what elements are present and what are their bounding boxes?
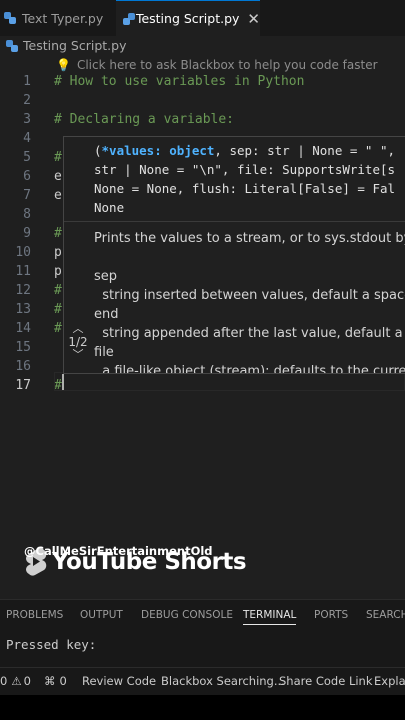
bottom-panel: PROBLEMS OUTPUT DEBUG CONSOLE TERMINAL P… <box>0 599 405 668</box>
python-file-icon <box>6 39 18 52</box>
code-line[interactable]: 1 # How to use variables in Python <box>0 72 405 91</box>
code-text: # Declaring a variable: <box>54 112 235 127</box>
blackbox-hint[interactable]: 💡 Click here to ask Blackbox to help you… <box>56 58 378 72</box>
chevron-down-icon[interactable]: ﹀ <box>64 349 92 361</box>
overload-counter: 1/2 <box>68 335 88 349</box>
tab-text-typer[interactable]: Text Typer.py <box>0 0 116 36</box>
lightbulb-icon: 💡 <box>56 58 71 72</box>
share-code-link-button[interactable]: Share Code Link <box>279 674 373 688</box>
tab-output[interactable]: OUTPUT <box>80 609 123 621</box>
editor-tab-bar: Text Typer.py Testing Script.py ✕ <box>0 0 405 37</box>
line-number: 5 <box>23 150 31 165</box>
line-number: 11 <box>15 264 31 279</box>
tab-terminal[interactable]: TERMINAL <box>243 609 297 625</box>
line-number: 14 <box>15 321 31 336</box>
divider <box>64 221 405 222</box>
active-parameter: *values: object <box>101 143 215 158</box>
status-bar: 0 ⚠ 0 ⌘ 0 Review Code Blackbox Searching… <box>0 667 405 696</box>
code-editor[interactable]: Testing Script.py 💡 Click here to ask Bl… <box>0 36 405 599</box>
line-number: 7 <box>23 188 31 203</box>
code-text: p <box>54 245 62 260</box>
line-number: 8 <box>23 207 31 222</box>
breadcrumb-file: Testing Script.py <box>23 38 127 53</box>
overload-navigator: ︿ 1/2 ﹀ <box>64 323 92 361</box>
warning-icon: ⚠ <box>11 674 22 688</box>
code-text: p <box>54 264 62 279</box>
line-number: 12 <box>15 283 31 298</box>
ports-count: 0 <box>59 674 67 688</box>
code-text: e <box>54 188 62 203</box>
line-number: 17 <box>15 378 31 393</box>
line-number: 2 <box>23 93 31 108</box>
code-text: # <box>54 283 62 298</box>
param-file: file <box>94 345 114 360</box>
tab-label: Text Typer.py <box>22 10 104 26</box>
tab-debug-console[interactable]: DEBUG CONSOLE <box>141 609 233 621</box>
signature-text: (*values: object, sep: str | None = " ",… <box>94 141 395 217</box>
line-number: 4 <box>23 131 31 146</box>
python-file-icon <box>4 12 16 24</box>
sig-line-2: str | None = "\n", file: SupportsWrite[s <box>94 162 396 177</box>
code-text: # How to use variables in Python <box>54 74 305 89</box>
error-count: 0 <box>0 674 8 688</box>
line-number: 13 <box>15 302 31 317</box>
terminal-output[interactable]: Pressed key: <box>6 637 96 652</box>
blackbox-status[interactable]: Blackbox Searching... <box>161 674 285 688</box>
code-text: # <box>54 226 62 241</box>
text-cursor <box>62 374 64 390</box>
line-number: 1 <box>23 74 31 89</box>
chevron-up-icon[interactable]: ︿ <box>64 323 92 335</box>
line-number: 16 <box>15 359 31 374</box>
code-line[interactable]: 2 <box>0 91 405 110</box>
tab-label: Testing Script.py <box>135 11 240 26</box>
channel-handle: @CallMeSirEntertainmentOld <box>24 544 213 558</box>
code-line[interactable]: 3 # Declaring a variable: <box>0 110 405 129</box>
code-text: # <box>54 302 62 317</box>
review-code-button[interactable]: Review Code <box>82 674 156 688</box>
tab-problems[interactable]: PROBLEMS <box>6 609 63 621</box>
line-number: 3 <box>23 112 31 127</box>
problems-status[interactable]: 0 ⚠ 0 <box>0 674 31 688</box>
warning-count: 0 <box>23 674 31 688</box>
tab-search[interactable]: SEARCH <box>366 609 405 621</box>
tab-ports[interactable]: PORTS <box>314 609 348 621</box>
sig-rest: , sep: str | None = " ", <box>214 143 396 158</box>
tab-testing-script[interactable]: Testing Script.py ✕ <box>116 0 260 36</box>
antenna-icon: ⌘ <box>44 674 56 688</box>
doc-summary: Prints the values to a stream, or to sys… <box>94 231 405 246</box>
current-line-highlight <box>54 372 405 391</box>
param-end-desc: string appended after the last value, de… <box>94 326 405 341</box>
line-number: 15 <box>15 340 31 355</box>
signature-help-popup: (*values: object, sep: str | None = " ",… <box>63 136 405 374</box>
line-number: 6 <box>23 169 31 184</box>
code-text: # <box>54 321 62 336</box>
line-number: 10 <box>15 245 31 260</box>
code-text: # <box>54 150 62 165</box>
sig-open: ( <box>94 143 102 158</box>
param-sep: sep <box>94 269 118 284</box>
code-text: e <box>54 169 62 184</box>
sig-line-3: None = None, flush: Literal[False] = Fal <box>94 181 396 196</box>
param-file-desc: a file-like object (stream); defaults to… <box>94 364 405 374</box>
explain-button[interactable]: Explain <box>374 674 405 688</box>
hint-text: Click here to ask Blackbox to help you c… <box>76 58 378 72</box>
sig-line-4: None <box>94 200 125 215</box>
line-number: 9 <box>23 226 31 241</box>
param-end: end <box>94 307 119 322</box>
param-sep-desc: string inserted between values, default … <box>94 288 405 303</box>
ports-status[interactable]: ⌘ 0 <box>44 674 67 688</box>
breadcrumb[interactable]: Testing Script.py <box>6 38 126 53</box>
doc-text: Prints the values to a stream, or to sys… <box>94 229 405 374</box>
python-file-icon <box>123 12 135 25</box>
bottom-black-bar <box>0 695 405 720</box>
close-icon[interactable]: ✕ <box>247 10 260 28</box>
